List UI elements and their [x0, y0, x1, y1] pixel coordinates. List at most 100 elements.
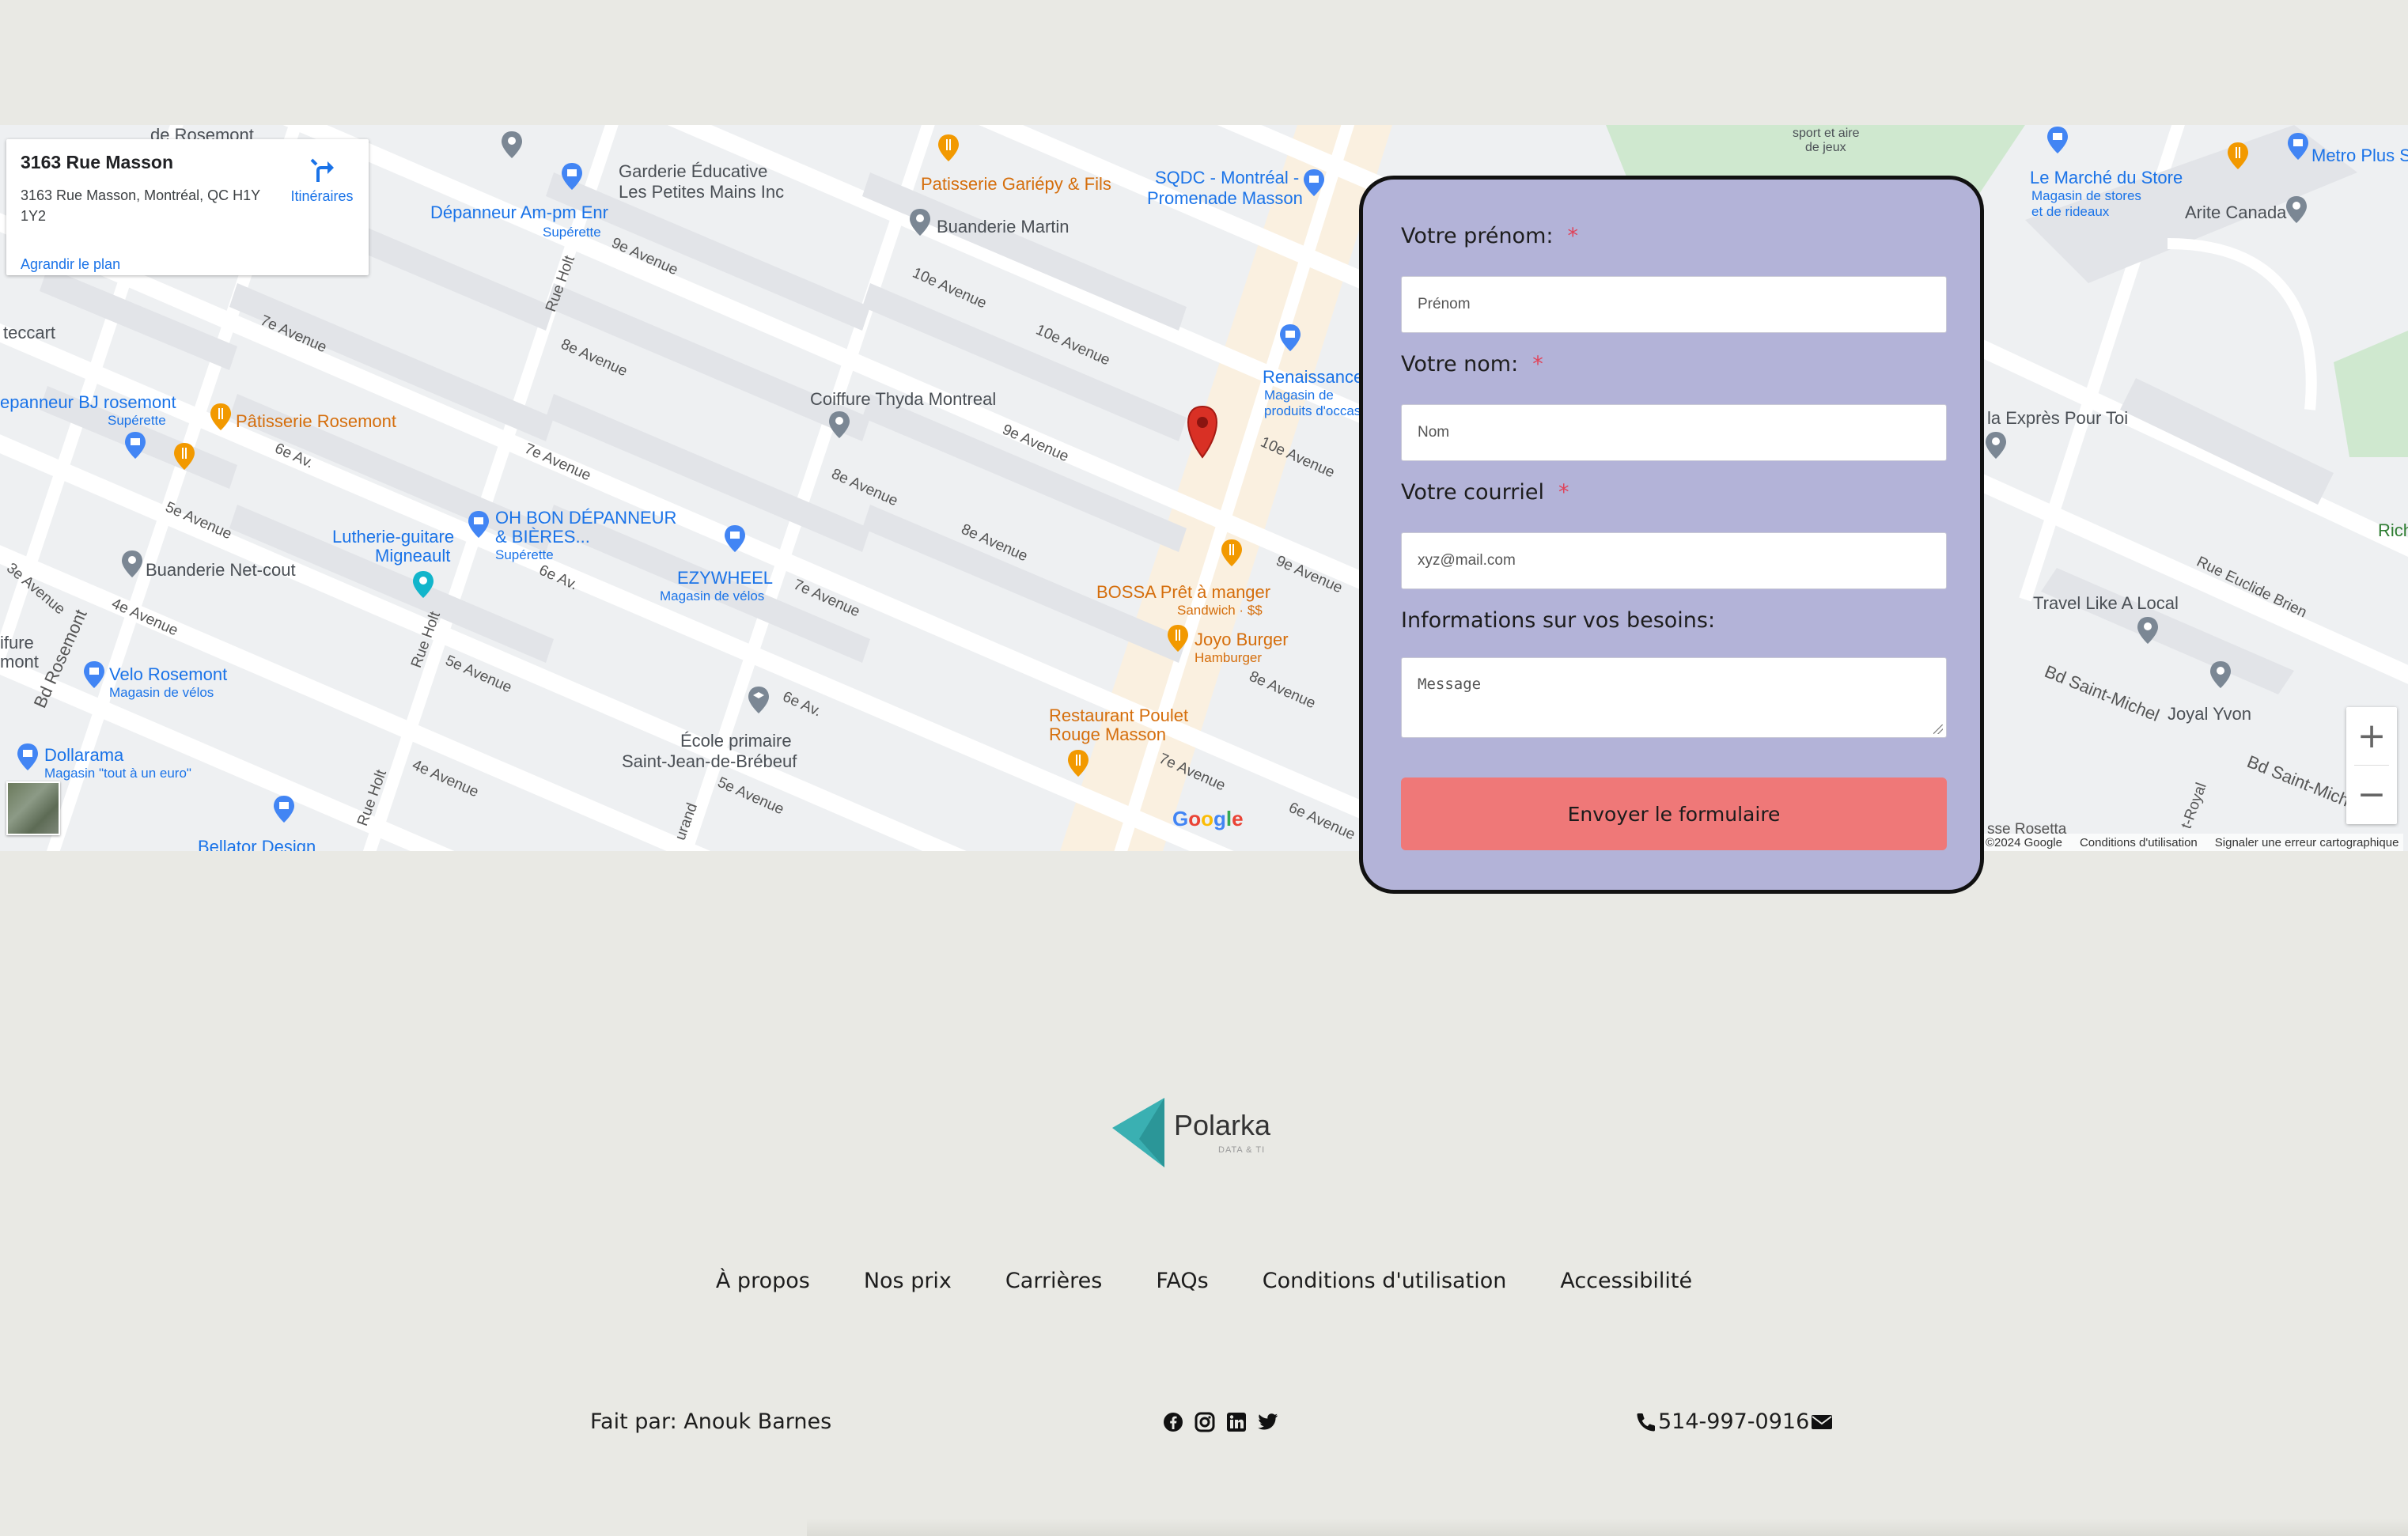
map-label-rich: Rich	[2378, 520, 2408, 540]
map-label-garderie-2: Les Petites Mains Inc	[619, 182, 785, 202]
shop-pin-icon[interactable]	[2046, 125, 2069, 155]
google-logo: Google	[1172, 807, 1244, 830]
map-label-arite[interactable]: Arite Canada	[2185, 202, 2286, 223]
directions-button[interactable]: Itinéraires	[285, 157, 359, 205]
footer-link-faqs[interactable]: FAQs	[1156, 1269, 1208, 1293]
map-label-la-expres[interactable]: la Exprès Pour Toi	[1987, 408, 2128, 429]
footer-link-accessibility[interactable]: Accessibilité	[1560, 1269, 1692, 1293]
email-input[interactable]: xyz@mail.com	[1401, 532, 1947, 589]
shop-pin-icon[interactable]	[1278, 323, 1302, 353]
map-label-velo-rosemont[interactable]: Velo Rosemont	[109, 664, 227, 685]
shop-pin-icon[interactable]	[82, 660, 106, 690]
poi-pin-icon[interactable]	[827, 410, 851, 440]
required-mark: *	[1532, 352, 1543, 376]
restaurant-pin-icon[interactable]	[172, 441, 196, 471]
school-pin-icon[interactable]	[747, 685, 770, 715]
restaurant-pin-icon[interactable]	[1166, 623, 1190, 653]
map-label-ezywheel[interactable]: EZYWHEEL	[677, 568, 773, 588]
map-label-buanderie-netcout[interactable]: Buanderie Net-cout	[146, 560, 296, 581]
poi-pin-icon[interactable]	[2285, 195, 2308, 225]
map-label-depanneur-ampm[interactable]: Dépanneur Am-pm Enr	[430, 202, 608, 223]
map-place-card: 3163 Rue Masson 3163 Rue Masson, Montréa…	[6, 139, 369, 275]
poi-pin-icon[interactable]	[2136, 615, 2160, 645]
shop-pin-icon[interactable]	[560, 161, 584, 191]
map-label-patisserie-gariepy[interactable]: Patisserie Gariépy & Fils	[921, 174, 1111, 195]
enlarge-map-link[interactable]: Agrandir le plan	[21, 256, 120, 273]
linkedin-icon[interactable]	[1226, 1411, 1247, 1433]
place-address: 3163 Rue Masson, Montréal, QC H1Y 1Y2	[21, 187, 260, 224]
polarka-logo[interactable]: Polarka DATA & TI	[1107, 1093, 1289, 1172]
shop-pin-icon[interactable]	[2286, 131, 2310, 161]
made-by-text: Fait par: Anouk Barnes	[590, 1409, 832, 1434]
map-label-superette: Supérette	[543, 225, 601, 240]
embedded-map[interactable]: de Rosemont Dépanneur Am-pm Enr Supérett…	[0, 125, 2408, 851]
map-label-superette-2: Supérette	[108, 413, 166, 428]
facebook-icon[interactable]	[1163, 1411, 1183, 1433]
first-name-input[interactable]: Prénom	[1401, 276, 1947, 333]
map-attribution: ©2024 Google Conditions d'utilisation Si…	[1981, 834, 2404, 851]
shop-pin-icon[interactable]	[723, 524, 747, 554]
map-report-link[interactable]: Signaler une erreur cartographique	[2215, 836, 2399, 849]
footer-link-about[interactable]: À propos	[716, 1269, 810, 1293]
map-label-ecole[interactable]: École primaire	[680, 731, 792, 751]
map-label-metro-plus[interactable]: Metro Plus S	[2311, 146, 2408, 166]
shop-pin-icon[interactable]	[123, 430, 147, 460]
poi-pin-icon[interactable]	[500, 130, 524, 160]
map-label-dollarama[interactable]: Dollarama	[44, 745, 123, 766]
email-label: Votre courriel *	[1401, 480, 1569, 505]
music-pin-icon[interactable]	[411, 569, 435, 600]
instagram-icon[interactable]	[1195, 1411, 1215, 1433]
poi-pin-icon[interactable]	[2209, 660, 2232, 690]
footer-link-prices[interactable]: Nos prix	[864, 1269, 952, 1293]
footer-link-terms[interactable]: Conditions d'utilisation	[1263, 1269, 1507, 1293]
map-label-lutherie[interactable]: Lutherie-guitare	[332, 527, 454, 547]
map-label-coiffure[interactable]: Coiffure Thyda Montreal	[810, 389, 996, 410]
twitter-icon[interactable]	[1258, 1411, 1278, 1433]
map-label-restaurant-poulet[interactable]: Restaurant Poulet	[1049, 706, 1188, 726]
restaurant-pin-icon[interactable]	[1220, 538, 1244, 568]
poi-pin-icon[interactable]	[1984, 430, 2008, 460]
map-label-sport: sport et aire	[1793, 127, 1860, 140]
map-label-bellator[interactable]: Bellator Design	[198, 837, 316, 851]
footer-nav: À propos Nos prix Carrières FAQs Conditi…	[0, 1269, 2408, 1293]
poi-pin-icon[interactable]	[908, 207, 932, 237]
phone-icon[interactable]	[1636, 1412, 1656, 1432]
restaurant-pin-icon[interactable]	[1066, 748, 1090, 778]
map-label-patisserie-rosemont[interactable]: Pâtisserie Rosemont	[236, 411, 396, 432]
envelope-icon[interactable]	[1811, 1413, 1833, 1431]
last-name-input[interactable]: Nom	[1401, 404, 1947, 461]
map-label-joyal[interactable]: Joyal Yvon	[2168, 704, 2251, 724]
map-label-garderie[interactable]: Garderie Éducative	[619, 161, 767, 182]
satellite-layer-toggle[interactable]	[6, 781, 60, 835]
restaurant-pin-icon[interactable]	[2226, 141, 2250, 171]
contact-info: 514-997-0916	[1636, 1409, 1833, 1434]
footer-link-careers[interactable]: Carrières	[1005, 1269, 1102, 1293]
map-copyright: ©2024 Google	[1986, 835, 2062, 849]
map-label-marche-store[interactable]: Le Marché du Store	[2030, 168, 2183, 188]
map-label-bossa[interactable]: BOSSA Prêt à manger	[1096, 582, 1270, 603]
map-label-joyo-sub: Hamburger	[1195, 650, 1263, 665]
map-label-joyo[interactable]: Joyo Burger	[1195, 630, 1289, 650]
map-label-oh-bon[interactable]: OH BON DÉPANNEUR	[495, 508, 676, 528]
map-terms-link[interactable]: Conditions d'utilisation	[2080, 836, 2198, 849]
resize-handle-icon[interactable]	[1933, 724, 1943, 734]
poi-pin-icon[interactable]	[120, 549, 144, 579]
map-label-sqdc[interactable]: SQDC - Montréal -	[1155, 168, 1299, 188]
submit-button[interactable]: Envoyer le formulaire	[1401, 777, 1947, 850]
map-label-dollarama-sub: Magasin "tout à un euro"	[44, 766, 191, 781]
shop-pin-icon[interactable]	[1302, 168, 1326, 198]
message-textarea[interactable]: Message	[1401, 657, 1947, 738]
map-label-depanneur-bj[interactable]: epanneur BJ rosemont	[0, 392, 176, 413]
restaurant-pin-icon[interactable]	[937, 133, 960, 163]
restaurant-pin-icon[interactable]	[209, 402, 233, 432]
zoom-out-button[interactable]: −	[2346, 766, 2397, 823]
phone-number[interactable]: 514-997-0916	[1658, 1409, 1809, 1434]
map-label-buanderie-martin[interactable]: Buanderie Martin	[937, 217, 1070, 237]
shop-pin-icon[interactable]	[467, 509, 490, 539]
shop-pin-icon[interactable]	[16, 742, 40, 772]
map-label-travel[interactable]: Travel Like A Local	[2033, 593, 2179, 614]
shop-pin-icon[interactable]	[272, 794, 296, 824]
map-label-renaissance[interactable]: Renaissance	[1263, 367, 1363, 388]
zoom-in-button[interactable]: +	[2346, 707, 2397, 764]
map-label-ifure: ifure	[0, 633, 34, 653]
